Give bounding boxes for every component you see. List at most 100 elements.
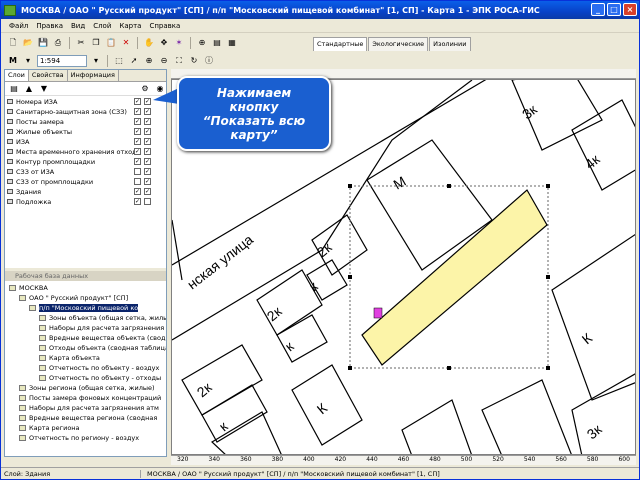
open-icon[interactable]: 📂 [22, 37, 34, 49]
tree-item[interactable]: Отчетность по объекту - отходы [39, 373, 161, 382]
save-icon[interactable]: 💾 [37, 37, 49, 49]
layer-name: Санитарно-защитная зона (СЗЗ) [16, 107, 127, 116]
layer-add-icon[interactable]: ▤ [8, 83, 20, 95]
layer-icon [7, 169, 13, 174]
star-icon[interactable]: ✶ [173, 37, 185, 49]
layer-up-icon[interactable]: ▲ [23, 83, 35, 95]
copy-icon[interactable]: ❐ [90, 37, 102, 49]
layer-visible-checkbox[interactable]: ✓ [134, 108, 141, 115]
menu-view[interactable]: Вид [71, 22, 85, 30]
layer-row[interactable]: Здания ✓ ✓ [5, 187, 165, 196]
layer-visible-checkbox[interactable]: ✓ [134, 188, 141, 195]
layer-select-checkbox[interactable]: ✓ [144, 138, 151, 145]
dropdown-icon[interactable]: ▾ [22, 55, 34, 67]
layer-row[interactable]: Места временного хранения отход ✓ ✓ [5, 147, 165, 156]
layer-visible-checkbox[interactable]: ✓ [134, 98, 141, 105]
layer-visible-checkbox[interactable]: ✓ [134, 118, 141, 125]
tree-item[interactable]: Отчетность по объекту - воздух [39, 363, 159, 372]
layer-settings-icon[interactable]: ⚙ [139, 83, 151, 95]
maximize-button[interactable]: □ [607, 3, 621, 16]
layer-visible-checkbox[interactable] [134, 168, 141, 175]
layer-visible-checkbox[interactable]: ✓ [134, 138, 141, 145]
tree-item[interactable]: Отходы объекта (сводная таблица) [39, 343, 166, 352]
minimize-button[interactable]: _ [591, 3, 605, 16]
street-label: нская улица [184, 231, 256, 292]
tree-item[interactable]: Вредные вещества объекта (сводная [39, 333, 166, 342]
zoom-out-icon[interactable]: ⊖ [158, 55, 170, 67]
layer-select-checkbox[interactable]: ✓ [144, 158, 151, 165]
scale-input[interactable]: 1:594 [37, 55, 87, 67]
layer-row[interactable]: Подложка ✓ [5, 197, 165, 206]
chevron-down-icon[interactable]: ▾ [90, 55, 102, 67]
tab-isolines[interactable]: Изолинии [429, 37, 471, 51]
paste-icon[interactable]: 📋 [105, 37, 117, 49]
tree-item[interactable]: Посты замера фоновых концентраций [19, 393, 161, 402]
tree-item[interactable]: ОАО " Русский продукт" [СП] [19, 293, 128, 302]
layer-select-checkbox[interactable]: ✓ [144, 178, 151, 185]
map-icon [19, 424, 26, 431]
tab-properties[interactable]: Свойства [29, 70, 68, 81]
tab-layers[interactable]: Слои [5, 70, 29, 81]
layer-row[interactable]: СЗЗ от ИЗА ✓ [5, 167, 165, 176]
show-all-map-icon[interactable]: ⛶ [173, 55, 185, 67]
pan-icon[interactable]: ✥ [158, 37, 170, 49]
layer-select-checkbox[interactable]: ✓ [144, 98, 151, 105]
layer-down-icon[interactable]: ▼ [38, 83, 50, 95]
layer-select-checkbox[interactable] [144, 198, 151, 205]
layer-row[interactable]: Номера ИЗА ✓ ✓ [5, 97, 165, 106]
menu-help[interactable]: Справка [149, 22, 180, 30]
tree-item[interactable]: Зоны объекта (общая сетка, жилые) [39, 313, 166, 322]
refresh-icon[interactable]: ↻ [188, 55, 200, 67]
layers-icon[interactable]: ▤ [211, 37, 223, 49]
measure-icon[interactable]: M [7, 55, 19, 67]
layer-row[interactable]: Жилые объекты ✓ ✓ [5, 127, 165, 136]
layer-row[interactable]: Посты замера ✓ ✓ [5, 117, 165, 126]
layer-visible-checkbox[interactable]: ✓ [134, 198, 141, 205]
layer-select-checkbox[interactable]: ✓ [144, 128, 151, 135]
print-icon[interactable]: ⎙ [52, 37, 64, 49]
menu-file[interactable]: Файл [9, 22, 28, 30]
hand-icon[interactable]: ✋ [143, 37, 155, 49]
tab-information[interactable]: Информация [68, 70, 119, 81]
tree-item[interactable]: Отчетность по региону - воздух [19, 433, 139, 442]
menu-edit[interactable]: Правка [36, 22, 63, 30]
new-icon[interactable]: 🗋 [7, 37, 19, 49]
cut-icon[interactable]: ✂ [75, 37, 87, 49]
tab-standard[interactable]: Стандартные [313, 37, 368, 51]
tree-item[interactable]: Вредные вещества региона (сводная [19, 413, 157, 422]
layer-visible-checkbox[interactable]: ✓ [134, 128, 141, 135]
close-button[interactable]: × [623, 3, 637, 16]
layer-select-checkbox[interactable]: ✓ [144, 168, 151, 175]
layer-visible-checkbox[interactable] [134, 178, 141, 185]
layer-row[interactable]: Санитарно-защитная зона (СЗЗ) ✓ ✓ [5, 107, 165, 116]
menu-layer[interactable]: Слой [93, 22, 111, 30]
grid-icon[interactable]: ▦ [226, 37, 238, 49]
layer-select-checkbox[interactable]: ✓ [144, 118, 151, 125]
tree-item-selected[interactable]: п/п "Московский пищевой ко [29, 303, 139, 312]
tree-item[interactable]: Наборы для расчета загрязнения атм [19, 403, 159, 412]
layer-select-checkbox[interactable]: ✓ [144, 148, 151, 155]
layer-select-checkbox[interactable]: ✓ [144, 188, 151, 195]
table-icon [39, 314, 46, 321]
layer-row[interactable]: Контур промплощадки ✓ ✓ [5, 157, 165, 166]
tree-item[interactable]: Карта объекта [39, 353, 100, 362]
tree-item[interactable]: Зоны региона (общая сетка, жилые) [19, 383, 155, 392]
layer-row[interactable]: ИЗА ✓ ✓ [5, 137, 165, 146]
tab-ecological[interactable]: Экологические [368, 37, 429, 51]
zoom-in-icon[interactable]: ⊕ [143, 55, 155, 67]
select-rect-icon[interactable]: ⬚ [113, 55, 125, 67]
pointer-icon[interactable]: ➚ [128, 55, 140, 67]
report-icon [39, 374, 46, 381]
add-point-icon[interactable]: ⊕ [196, 37, 208, 49]
layer-visible-checkbox[interactable]: ✓ [134, 158, 141, 165]
tree-item[interactable]: Карта региона [19, 423, 80, 432]
tree-label: Вредные вещества региона (сводная [29, 413, 158, 422]
layer-row[interactable]: СЗЗ от промплощадки ✓ [5, 177, 165, 186]
tree-item[interactable]: Наборы для расчета загрязнения [39, 323, 164, 332]
menu-map[interactable]: Карта [119, 22, 141, 30]
tree-item[interactable]: МОСКВА [9, 283, 48, 292]
delete-icon[interactable]: ✕ [120, 37, 132, 49]
info-icon[interactable]: ⓘ [203, 55, 215, 67]
layer-visible-checkbox[interactable]: ✓ [134, 148, 141, 155]
layer-select-checkbox[interactable]: ✓ [144, 108, 151, 115]
